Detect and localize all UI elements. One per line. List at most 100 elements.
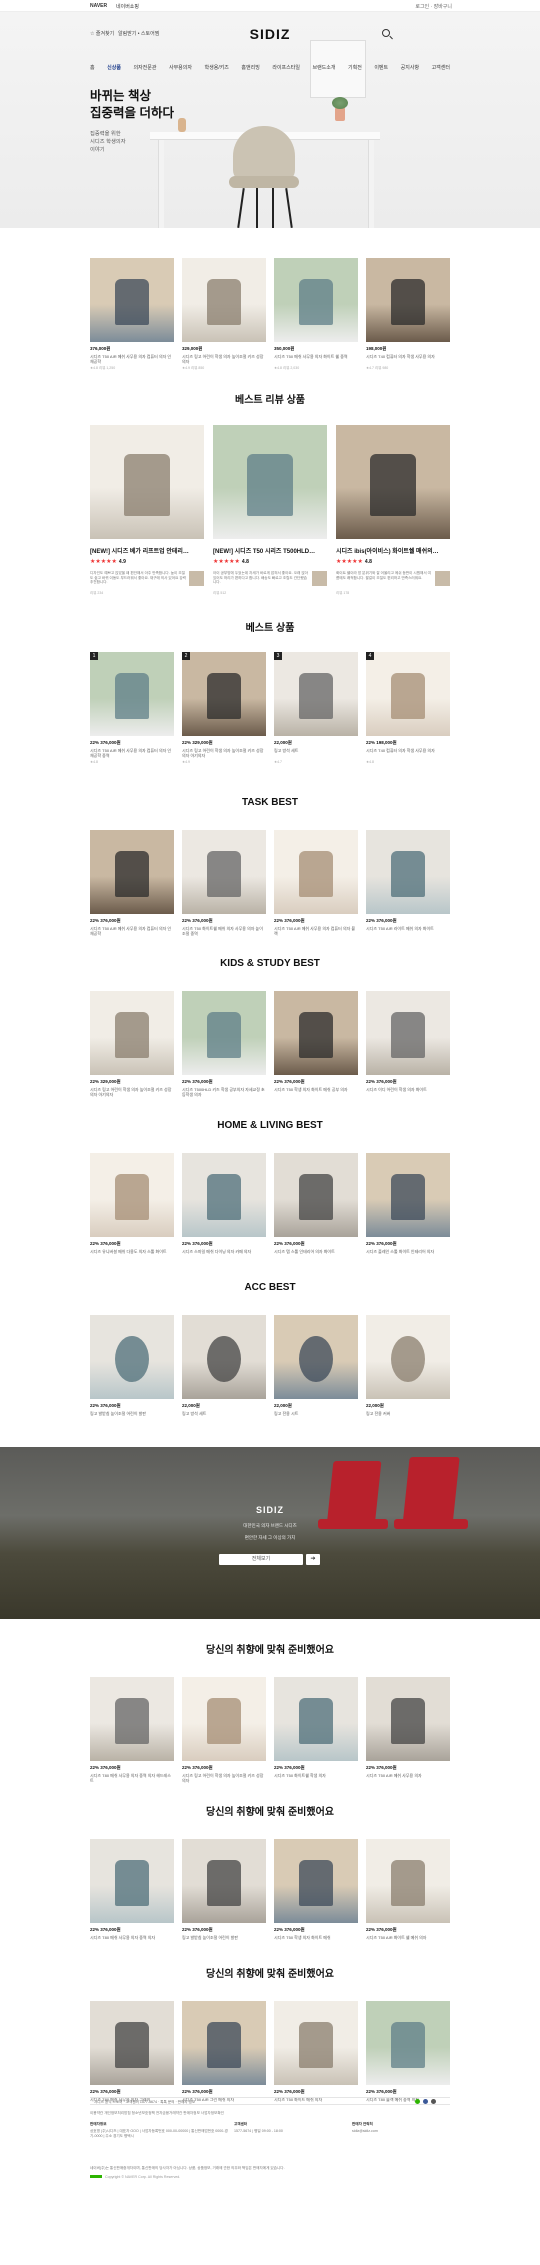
review-product-title[interactable]: [NEW!] 시디즈 베가 리프트업 안테리… bbox=[90, 546, 204, 555]
product-card[interactable]: 22% 376,000원 시디즈 T80 메쉬 사무용 의자 중역 의자 헤드레스… bbox=[90, 1677, 174, 1783]
product-name[interactable]: 시디즈 T80 메쉬 사무용 의자 중역 의자 bbox=[90, 1935, 174, 1945]
product-name[interactable]: 링고 전용 시트 bbox=[274, 1411, 358, 1421]
gnb-item[interactable]: 홈 bbox=[90, 64, 95, 76]
product-card[interactable]: 350,000원 시디즈 T50 메쉬 사무용 의자 화이트 쉘 중역 ★4.8 리… bbox=[274, 258, 358, 371]
product-image[interactable] bbox=[182, 830, 266, 914]
product-image[interactable] bbox=[366, 1677, 450, 1761]
product-name[interactable]: 시디즈 T40 컴퓨터 의자 학생 사무용 의자 bbox=[366, 354, 450, 364]
product-name[interactable]: 시디즈 T50 메쉬 사무용 의자 화이트 쉘 중역 bbox=[274, 354, 358, 364]
product-image[interactable] bbox=[274, 1839, 358, 1923]
product-card[interactable]: 22% 376,000원 시디즈 T80 블랙 메쉬 중역 의자 bbox=[366, 2001, 450, 2107]
gnb-item[interactable]: 이벤트 bbox=[374, 64, 388, 76]
product-image[interactable] bbox=[182, 2001, 266, 2085]
search-icon[interactable] bbox=[382, 29, 390, 37]
review-card[interactable]: [NEW!] 시디즈 베가 리프트업 안테리… ★★★★★ 4.9 디자인도 예쁘고 … bbox=[90, 425, 204, 596]
product-image[interactable] bbox=[90, 1315, 174, 1399]
product-image[interactable] bbox=[90, 1677, 174, 1761]
product-card[interactable]: 22% 376,000원 시디즈 T50 AIR 화이트 쉘 메쉬 의자 bbox=[366, 1839, 450, 1945]
product-image[interactable] bbox=[182, 1677, 266, 1761]
product-name[interactable]: 링고 발받침 높이조절 어린이 발판 bbox=[182, 1935, 266, 1945]
product-name[interactable]: 시디즈 플레인 스툴 화이트 인테리어 의자 bbox=[366, 1249, 450, 1259]
product-name[interactable]: 시디즈 T50 AIR 화이트 쉘 메쉬 의자 bbox=[366, 1935, 450, 1945]
product-card[interactable]: 198,000원 시디즈 T40 컴퓨터 의자 학생 사무용 의자 ★4.7 리뷰 … bbox=[366, 258, 450, 371]
product-name[interactable]: 시디즈 T50 AIR 라이트 메쉬 의자 화이트 bbox=[366, 926, 450, 936]
product-image[interactable] bbox=[274, 2001, 358, 2085]
product-name[interactable]: 시디즈 링고 어린이 학생 의자 높이조절 키즈 성장의자 아기의자 bbox=[90, 1087, 174, 1097]
product-image[interactable] bbox=[90, 991, 174, 1075]
hero-banner[interactable]: ☆ 즐겨찾기 알림받기 • 스토어찜 SIDIZ 홈 신상품 의자전문관 사무용의자 학… bbox=[0, 12, 540, 228]
gnb-item[interactable]: 신상품 bbox=[107, 64, 121, 76]
product-image[interactable]: 1 bbox=[90, 652, 174, 736]
footer-bar-text[interactable]: 시디즈 공식 스토어 · 고객센터 1577-5674 · 톡톡 문의 · 판매… bbox=[94, 2100, 195, 2105]
product-image[interactable]: 4 bbox=[366, 652, 450, 736]
product-card[interactable]: 22% 376,000원 시디즈 T50 AIR 라이트 메쉬 의자 화이트 bbox=[366, 830, 450, 936]
product-card[interactable]: 329,000원 시디즈 링고 어린이 학생 의자 높이조절 키즈 성장의자 ★4.… bbox=[182, 258, 266, 371]
product-image[interactable] bbox=[90, 830, 174, 914]
product-name[interactable]: 시디즈 링고 어린이 학생 의자 높이조절 키즈 성장의자 bbox=[182, 1773, 266, 1783]
product-image[interactable] bbox=[182, 258, 266, 342]
product-image[interactable]: 2 bbox=[182, 652, 266, 736]
product-card[interactable]: 22% 376,000원 시디즈 T50 AIR 메쉬 사무용 의자 컴퓨터 의자… bbox=[90, 830, 174, 936]
product-image[interactable] bbox=[182, 1315, 266, 1399]
product-card[interactable]: 22% 376,000원 시디즈 스마일 메쉬 다이닝 의자 카페 의자 bbox=[182, 1153, 266, 1259]
review-card[interactable]: [NEW!] 시디즈 T50 시리즈 T500HLD… ★★★★★ 4.8 아이 공부… bbox=[213, 425, 327, 596]
product-card[interactable]: 22% 376,000원 시디즈 T80 메쉬 사무용 의자 그레이 bbox=[90, 2001, 174, 2107]
product-name[interactable]: 링고 방석 세트 bbox=[274, 748, 358, 758]
product-name[interactable]: 시디즈 T80 메쉬 사무용 의자 중역 의자 헤드레스트 bbox=[90, 1773, 174, 1783]
gnb-item[interactable]: 홈앤리빙 bbox=[241, 64, 259, 76]
product-card[interactable]: 22% 376,000원 시디즈 T50 화이트 메쉬 의자 bbox=[274, 2001, 358, 2107]
product-card[interactable]: 22% 376,000원 시디즈 T500HLD 키즈 학생 공부의자 자세교정 … bbox=[182, 991, 266, 1097]
product-image[interactable] bbox=[182, 1839, 266, 1923]
product-card[interactable]: 22% 376,000원 시디즈 T50 AIR 그린 메쉬 의자 bbox=[182, 2001, 266, 2107]
product-card[interactable]: 22% 329,000원 시디즈 링고 어린이 학생 의자 높이조절 키즈 성장의… bbox=[90, 991, 174, 1097]
review-thumbnail[interactable] bbox=[435, 571, 450, 586]
product-card[interactable]: 22% 376,000원 시디즈 T50 학생 의자 화이트 메쉬 bbox=[274, 1839, 358, 1945]
product-name[interactable]: 시디즈 스마일 메쉬 다이닝 의자 카페 의자 bbox=[182, 1249, 266, 1259]
review-product-title[interactable]: [NEW!] 시디즈 T50 시리즈 T500HLD… bbox=[213, 546, 327, 555]
product-image[interactable] bbox=[182, 991, 266, 1075]
product-card[interactable]: 22% 376,000원 링고 발받침 높이조절 어린이 발판 bbox=[182, 1839, 266, 1945]
product-card[interactable]: 22% 376,000원 시디즈 T50 AIR 메쉬 사무용 의자 bbox=[366, 1677, 450, 1783]
product-name[interactable]: 링고 방석 세트 bbox=[182, 1411, 266, 1421]
product-image[interactable] bbox=[366, 1315, 450, 1399]
product-name[interactable]: 시디즈 이디 어린이 학생 의자 화이트 bbox=[366, 1087, 450, 1097]
gnb-item[interactable]: 고객센터 bbox=[432, 64, 450, 76]
product-card[interactable]: 2 22% 329,000원 시디즈 링고 어린이 학생 의자 높이조절 키즈 성장… bbox=[182, 652, 266, 764]
product-name[interactable]: 시디즈 T50 AIR 메쉬 사무용 의자 컴퓨터 의자 인체공학 bbox=[90, 354, 174, 364]
product-card[interactable]: 22% 376,000원 시디즈 유니버셜 메쉬 다용도 의자 스툴 화이트 bbox=[90, 1153, 174, 1259]
product-card[interactable]: 22% 376,000원 시디즈 링고 어린이 학생 의자 높이조절 키즈 성장의… bbox=[182, 1677, 266, 1783]
product-name[interactable]: 시디즈 탭 스툴 인테리어 의자 화이트 bbox=[274, 1249, 358, 1259]
product-image[interactable] bbox=[366, 830, 450, 914]
product-name[interactable]: 시디즈 T50 학생 의자 화이트 메쉬 bbox=[274, 1935, 358, 1945]
product-name[interactable]: 시디즈 T50 화이트쉘 학생 의자 bbox=[274, 1773, 358, 1783]
product-image[interactable]: 3 bbox=[274, 652, 358, 736]
product-image[interactable] bbox=[274, 258, 358, 342]
product-image[interactable] bbox=[182, 1153, 266, 1237]
product-image[interactable] bbox=[274, 991, 358, 1075]
product-image[interactable] bbox=[366, 1153, 450, 1237]
product-image[interactable] bbox=[274, 1677, 358, 1761]
product-name[interactable]: 시디즈 T40 컴퓨터 의자 학생 사무용 의자 bbox=[366, 748, 450, 758]
product-card[interactable]: 22,000원 링고 전용 커버 bbox=[366, 1315, 450, 1421]
gnb-item[interactable]: 사무용의자 bbox=[169, 64, 192, 76]
review-image[interactable] bbox=[336, 425, 450, 539]
share-icon[interactable] bbox=[431, 2099, 436, 2104]
product-card[interactable]: 22% 376,000원 시디즈 T50 화이트쉘 메쉬 의자 사무용 의자 높이… bbox=[182, 830, 266, 936]
product-image[interactable] bbox=[274, 1153, 358, 1237]
product-name[interactable]: 시디즈 T50 AIR 메쉬 사무용 의자 컴퓨터 의자 블랙 bbox=[274, 926, 358, 936]
product-card[interactable]: 1 22% 376,000원 시디즈 T50 AIR 메쉬 사무용 의자 컴퓨터 의… bbox=[90, 652, 174, 764]
footer-links[interactable]: 이용약관 개인정보처리방침 청소년보호정책 전자금융거래약관 판매자정보 사업자… bbox=[90, 2111, 450, 2116]
product-image[interactable] bbox=[274, 830, 358, 914]
product-name[interactable]: 시디즈 링고 어린이 학생 의자 높이조절 키즈 성장의자 bbox=[182, 354, 266, 364]
product-card[interactable]: 22% 376,000원 시디즈 T50 화이트쉘 학생 의자 bbox=[274, 1677, 358, 1783]
product-name[interactable]: 시디즈 T50 AIR 메쉬 사무용 의자 컴퓨터 의자 인체공학 bbox=[90, 926, 174, 936]
facebook-icon[interactable] bbox=[423, 2099, 428, 2104]
review-thumbnail[interactable] bbox=[312, 571, 327, 586]
product-card[interactable]: 22% 376,000원 시디즈 플레인 스툴 화이트 인테리어 의자 bbox=[366, 1153, 450, 1259]
product-name[interactable]: 시디즈 유니버셜 메쉬 다용도 의자 스툴 화이트 bbox=[90, 1249, 174, 1259]
review-image[interactable] bbox=[213, 425, 327, 539]
gnb-item[interactable]: 학생용/키즈 bbox=[205, 64, 229, 76]
gnb-item[interactable]: 공지사항 bbox=[401, 64, 419, 76]
product-name[interactable]: 시디즈 T50 학생 의자 화이트 메쉬 공부 의자 bbox=[274, 1087, 358, 1097]
product-name[interactable]: 시디즈 T50 AIR 메쉬 사무용 의자 bbox=[366, 1773, 450, 1783]
